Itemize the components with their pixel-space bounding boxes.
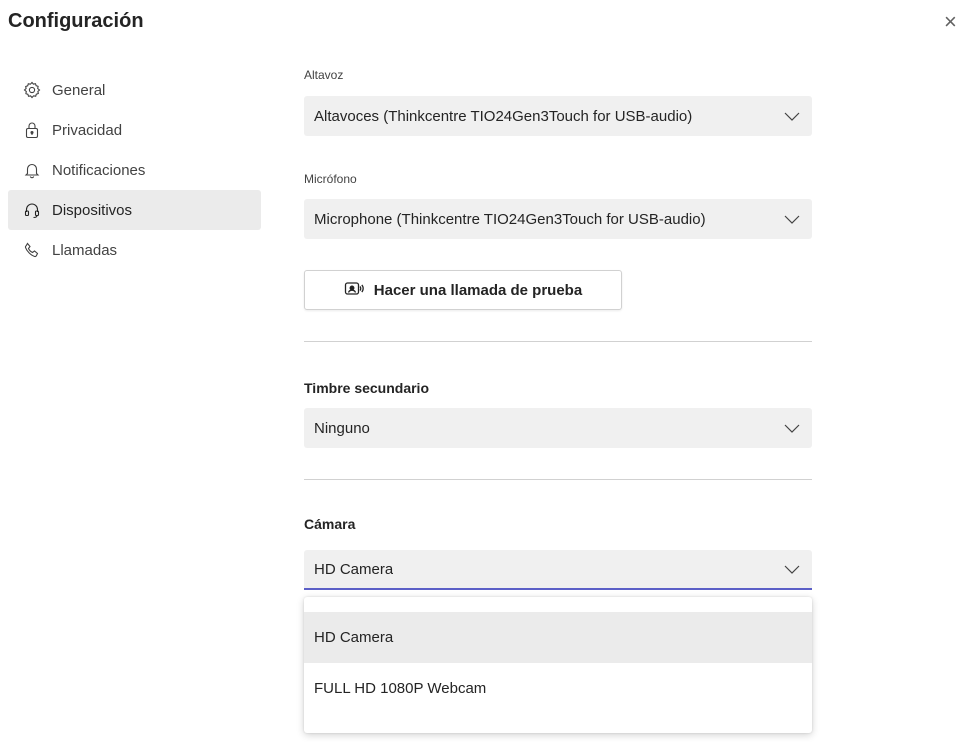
divider [304, 341, 812, 342]
camera-option-hd-camera[interactable]: HD Camera [304, 612, 812, 663]
chevron-down-icon [784, 424, 800, 433]
settings-dialog: Configuración × General Privacidad Notif… [0, 0, 959, 742]
sidebar-item-general[interactable]: General [8, 70, 261, 110]
microphone-label: Micrófono [304, 172, 357, 186]
close-button[interactable]: × [944, 10, 959, 34]
sidebar-item-devices[interactable]: Dispositivos [8, 190, 261, 230]
speaker-select[interactable]: Altavoces (Thinkcentre TIO24Gen3Touch fo… [304, 96, 812, 136]
secondary-ringer-value: Ninguno [314, 419, 370, 437]
option-label: HD Camera [314, 629, 394, 646]
chevron-down-icon [784, 565, 800, 574]
camera-select-value: HD Camera [314, 560, 394, 578]
camera-dropdown-list: HD Camera FULL HD 1080P Webcam [304, 597, 812, 733]
microphone-select[interactable]: Microphone (Thinkcentre TIO24Gen3Touch f… [304, 199, 812, 239]
close-icon: × [944, 10, 957, 34]
sidebar-item-calls[interactable]: Llamadas [8, 230, 261, 270]
lock-icon [23, 121, 41, 139]
dialog-title: Configuración [8, 10, 144, 32]
divider [304, 479, 812, 480]
headset-icon [23, 201, 41, 219]
speaker-label: Altavoz [304, 68, 344, 82]
test-call-label: Hacer una llamada de prueba [373, 281, 583, 299]
option-label: FULL HD 1080P Webcam [314, 680, 487, 697]
test-call-button[interactable]: Hacer una llamada de prueba [304, 270, 622, 310]
microphone-select-value: Microphone (Thinkcentre TIO24Gen3Touch f… [314, 210, 706, 228]
camera-option-full-hd-webcam[interactable]: FULL HD 1080P Webcam [304, 663, 812, 714]
chevron-down-icon [784, 112, 800, 121]
camera-select[interactable]: HD Camera [304, 550, 812, 590]
sidebar-item-privacy[interactable]: Privacidad [8, 110, 261, 150]
sidebar-item-label: Dispositivos [52, 201, 133, 219]
sidebar-item-notifications[interactable]: Notificaciones [8, 150, 261, 190]
sidebar-item-label: Llamadas [52, 241, 118, 259]
secondary-ringer-select[interactable]: Ninguno [304, 408, 812, 448]
test-call-icon [344, 282, 364, 295]
bell-icon [23, 161, 41, 179]
sidebar-item-label: Notificaciones [52, 161, 146, 179]
speaker-select-value: Altavoces (Thinkcentre TIO24Gen3Touch fo… [314, 107, 693, 125]
gear-icon [23, 81, 41, 99]
sidebar-item-label: General [52, 81, 106, 99]
sidebar-item-label: Privacidad [52, 121, 123, 139]
settings-sidebar: General Privacidad Notificaciones Dispos… [8, 70, 261, 270]
secondary-ringer-title: Timbre secundario [304, 380, 430, 396]
chevron-down-icon [784, 215, 800, 224]
phone-icon [23, 241, 41, 259]
camera-title: Cámara [304, 516, 356, 532]
